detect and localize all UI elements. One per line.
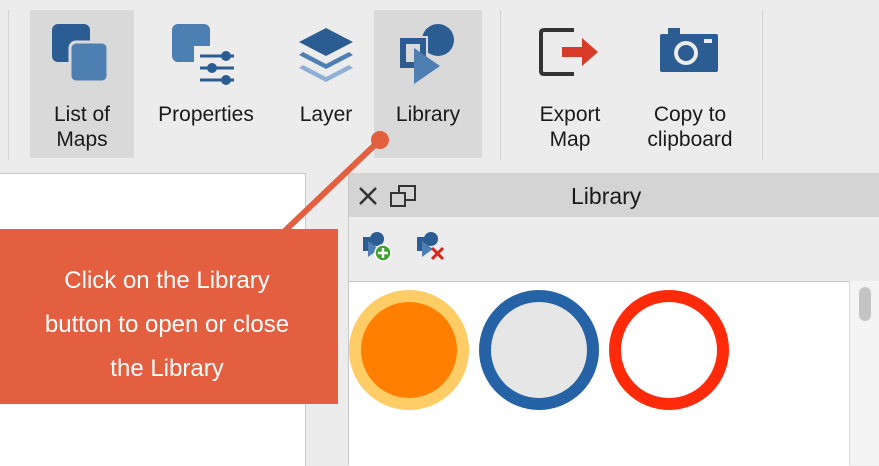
library-toolbar <box>349 217 879 279</box>
toolbar-separator <box>500 10 501 160</box>
export-map-icon <box>539 28 598 76</box>
undock-icon[interactable] <box>389 184 417 208</box>
library-panel: Library <box>348 173 879 466</box>
properties-label: Properties <box>158 103 254 126</box>
library-button[interactable]: Library <box>374 10 482 158</box>
library-symbol-grid <box>349 281 849 466</box>
library-label: Library <box>395 103 461 126</box>
delete-symbol-icon[interactable] <box>415 231 447 263</box>
export-map-button[interactable]: Export Map <box>520 10 620 158</box>
layer-icon <box>299 28 353 82</box>
copy-to-clipboard-button[interactable]: Copy to clipboard <box>630 10 750 158</box>
close-icon[interactable] <box>357 185 379 207</box>
list-of-maps-label: List of Maps <box>53 103 111 151</box>
toolbar-separator <box>8 10 9 160</box>
tutorial-callout: Click on the Library button to open or c… <box>0 229 338 404</box>
export-map-label: Export Map <box>539 103 601 151</box>
layer-label: Layer <box>299 103 353 126</box>
camera-icon <box>660 28 718 72</box>
library-icon <box>398 24 454 84</box>
list-of-maps-button[interactable]: List of Maps <box>30 10 134 158</box>
copy-to-clipboard-label: Copy to clipboard <box>647 103 733 151</box>
list-of-maps-icon <box>52 24 110 84</box>
scrollbar-thumb[interactable] <box>859 287 871 321</box>
toolbar: List of Maps Properties Layer Library Ex… <box>0 0 879 160</box>
callout-text: Click on the Library button to open or c… <box>44 267 290 382</box>
toolbar-separator <box>762 10 763 160</box>
properties-button[interactable]: Properties <box>148 10 264 158</box>
symbol-red-outline-circle[interactable] <box>609 290 729 410</box>
library-scrollbar[interactable] <box>849 281 879 465</box>
symbol-orange-filled-circle[interactable] <box>349 290 469 410</box>
library-panel-title: Library <box>571 183 642 209</box>
library-panel-header: Library <box>349 173 879 217</box>
layer-button[interactable]: Layer <box>282 10 370 158</box>
add-symbol-icon[interactable] <box>361 231 393 263</box>
symbol-blue-outline-circle[interactable] <box>479 290 599 410</box>
properties-icon <box>172 24 238 86</box>
